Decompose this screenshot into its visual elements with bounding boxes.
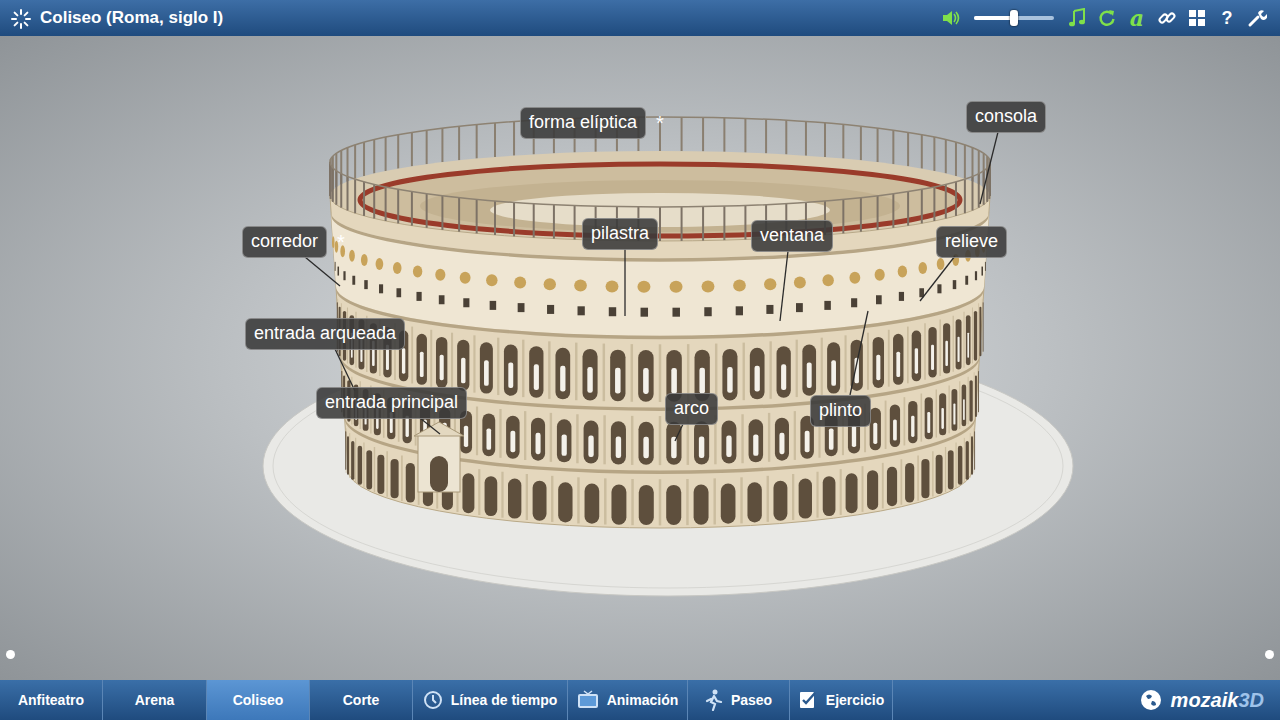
volume-fill xyxy=(974,16,1014,20)
link-icon[interactable] xyxy=(1154,5,1180,31)
tab[interactable]: Arena xyxy=(103,680,207,720)
leader-line xyxy=(920,256,955,301)
label-text[interactable]: ventana xyxy=(751,220,833,252)
logo: mozaik3D xyxy=(893,680,1280,720)
label-asterisk[interactable]: * xyxy=(337,232,345,252)
tab[interactable]: Paseo xyxy=(688,680,790,720)
label-text[interactable]: entrada arqueada xyxy=(245,318,405,350)
logo-suffix: 3D xyxy=(1238,689,1264,711)
tab[interactable]: Corte xyxy=(310,680,413,720)
label-text[interactable]: pilastra xyxy=(582,218,658,250)
label-tag[interactable]: forma elíptica * xyxy=(520,107,664,139)
tab-label[interactable]: Corte xyxy=(343,690,380,711)
label-tag[interactable]: corredor * xyxy=(242,226,345,258)
label-tag[interactable]: arco xyxy=(665,393,718,425)
label-text[interactable]: entrada principal xyxy=(316,387,467,419)
leader-line xyxy=(335,349,355,391)
tab[interactable]: Anfiteatro xyxy=(0,680,103,720)
leader-line xyxy=(980,132,998,204)
label-text[interactable]: arco xyxy=(665,393,718,425)
toolbar: a? xyxy=(938,5,1270,31)
volume-knob[interactable] xyxy=(1010,10,1018,26)
tab-strip: Anfiteatro Arena Coliseo Corte Línea de tiem… xyxy=(0,680,893,720)
font-button[interactable]: a xyxy=(1124,5,1150,31)
tab-label[interactable]: Ejercicio xyxy=(826,690,884,711)
volume-slider[interactable] xyxy=(974,16,1054,20)
tab-label[interactable]: Arena xyxy=(135,690,175,711)
tab-label[interactable]: Línea de tiempo xyxy=(451,690,558,711)
label-tag[interactable]: entrada arqueada xyxy=(245,318,405,350)
tab-label[interactable]: Paseo xyxy=(731,690,772,711)
label-text[interactable]: relieve xyxy=(936,226,1007,258)
label-text[interactable]: plinto xyxy=(810,395,871,427)
music-note-icon[interactable] xyxy=(1064,5,1090,31)
label-asterisk[interactable]: * xyxy=(656,113,664,133)
tab[interactable]: Ejercicio xyxy=(790,680,893,720)
leader-line xyxy=(850,311,868,395)
leader-line xyxy=(305,257,340,286)
help-button[interactable]: ? xyxy=(1214,5,1240,31)
exercise-icon xyxy=(798,690,818,710)
grid-icon[interactable] xyxy=(1184,5,1210,31)
timeline-icon xyxy=(423,690,443,710)
label-tag[interactable]: pilastra xyxy=(582,218,658,250)
tab[interactable]: Animación xyxy=(568,680,688,720)
spinner-icon xyxy=(10,6,32,30)
title-bar: Coliseo (Roma, siglo I) a? xyxy=(0,0,1280,36)
tab[interactable]: Coliseo xyxy=(207,680,310,720)
wrench-icon[interactable] xyxy=(1244,5,1270,31)
model-view[interactable]: forma elíptica * consola corredor * pilastra v… xyxy=(0,36,1280,680)
slider-end-dot[interactable] xyxy=(1265,650,1274,659)
label-tag[interactable]: plinto xyxy=(810,395,871,427)
animation-icon xyxy=(577,690,599,710)
logo-name: mozaik xyxy=(1171,689,1239,711)
leader-line xyxy=(780,251,788,321)
leader-line xyxy=(675,424,683,441)
bottom-bar: Anfiteatro Arena Coliseo Corte Línea de tiem… xyxy=(0,680,1280,720)
walk-icon xyxy=(705,689,723,711)
slider-start-dot[interactable] xyxy=(6,650,15,659)
window-title: Coliseo (Roma, siglo I) xyxy=(40,5,223,31)
tab-label[interactable]: Anfiteatro xyxy=(18,690,84,711)
label-tag[interactable]: relieve xyxy=(936,226,1007,258)
label-tag[interactable]: consola xyxy=(966,101,1046,133)
tab-label[interactable]: Coliseo xyxy=(233,690,284,711)
label-tag[interactable]: ventana xyxy=(751,220,833,252)
label-tag[interactable]: entrada principal xyxy=(316,387,467,419)
label-text[interactable]: forma elíptica xyxy=(520,107,646,139)
tab-label[interactable]: Animación xyxy=(607,690,679,711)
refresh-icon[interactable] xyxy=(1094,5,1120,31)
globe-icon xyxy=(1139,688,1163,713)
label-text[interactable]: consola xyxy=(966,101,1046,133)
tab[interactable]: Línea de tiempo xyxy=(413,680,568,720)
label-text[interactable]: corredor xyxy=(242,226,327,258)
leader-line xyxy=(624,249,625,316)
leader-line xyxy=(420,418,440,434)
speaker-icon[interactable] xyxy=(938,5,964,31)
